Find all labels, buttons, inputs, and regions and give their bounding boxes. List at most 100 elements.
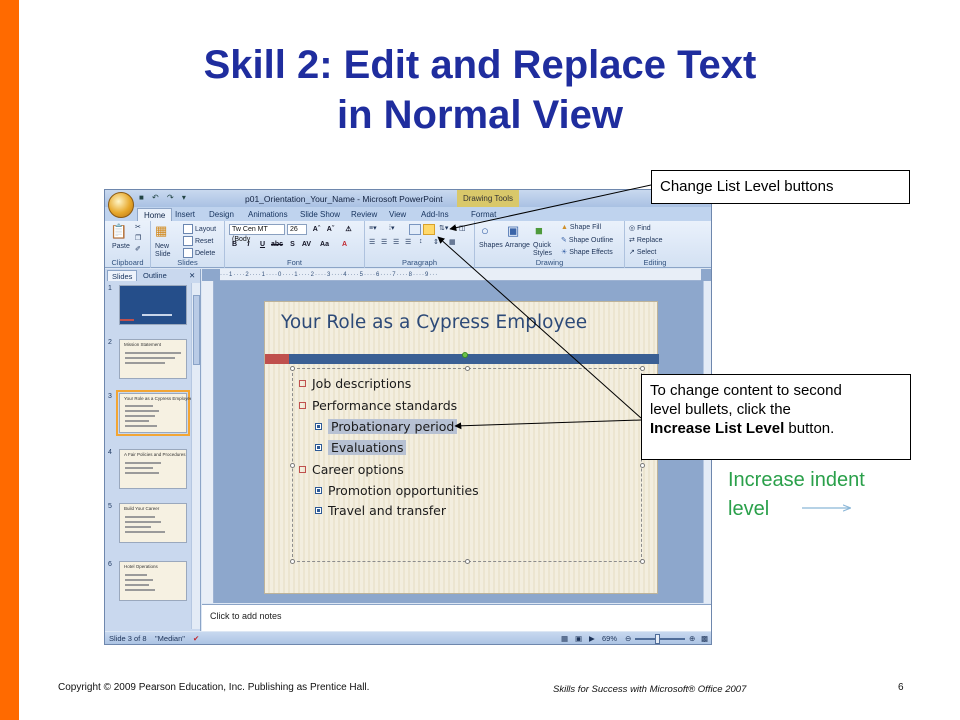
quick-styles-icon[interactable]: ■	[535, 223, 543, 238]
shapes-icon[interactable]: ○	[481, 223, 489, 238]
slide-thumbnail-2[interactable]: Mission Statement	[119, 339, 187, 379]
shape-fill-button[interactable]: ▲ Shape Fill	[561, 224, 601, 231]
align-right-icon[interactable]: ☰	[393, 238, 399, 246]
font-family-select[interactable]: Tw Cen MT (Body	[229, 224, 285, 243]
underline-icon[interactable]: U	[257, 239, 268, 250]
tab-slide-show[interactable]: Slide Show	[300, 208, 340, 221]
bullet-item[interactable]: Travel and transfer	[315, 503, 446, 518]
replace-button[interactable]: ⇄ Replace	[629, 236, 663, 244]
paste-button[interactable]: Paste	[112, 243, 130, 250]
zoom-slider[interactable]	[635, 638, 685, 640]
resize-handle[interactable]	[290, 463, 295, 468]
bullet-item[interactable]: Performance standards	[299, 398, 457, 413]
tab-outline[interactable]: Outline	[143, 270, 167, 281]
tab-add-ins[interactable]: Add-Ins	[421, 208, 449, 221]
zoom-in-icon[interactable]: ⊕	[689, 634, 695, 643]
copy-icon[interactable]: ❐	[135, 234, 141, 242]
quick-styles-button[interactable]: Quick Styles	[533, 242, 559, 258]
select-button[interactable]: ↗ Select	[629, 248, 656, 256]
new-slide-button[interactable]: New Slide	[155, 243, 181, 259]
strikethrough-icon[interactable]: abc	[271, 239, 283, 250]
tab-home[interactable]: Home	[137, 208, 173, 221]
paste-icon[interactable]: 📋	[110, 223, 127, 240]
quick-access-toolbar[interactable]: ■ ↶ ↷ ▾	[139, 193, 189, 202]
clear-formatting-icon[interactable]: ⚠	[343, 224, 354, 235]
increase-list-level-icon[interactable]	[423, 224, 435, 235]
text-direction-icon[interactable]: ↕	[419, 238, 423, 245]
tab-slides[interactable]: Slides	[107, 270, 138, 281]
delete-button[interactable]: Delete	[183, 248, 215, 258]
slide-thumbnail-5[interactable]: Build Your Career	[119, 503, 187, 543]
zoom-slider-knob[interactable]	[655, 634, 660, 644]
shadow-icon[interactable]: S	[287, 239, 298, 250]
resize-handle[interactable]	[290, 559, 295, 564]
slide-heading[interactable]: Your Role as a Cypress Employee	[281, 312, 587, 333]
smartart-icon[interactable]: ▦	[449, 238, 456, 246]
slide-thumbnail-1[interactable]	[119, 285, 187, 325]
bullet-item[interactable]: Promotion opportunities	[315, 483, 479, 498]
char-spacing-icon[interactable]: AV	[301, 239, 312, 250]
shape-outline-button[interactable]: ✎ Shape Outline	[561, 236, 613, 244]
resize-handle[interactable]	[640, 463, 645, 468]
normal-view-icon[interactable]: ▦	[561, 634, 568, 643]
close-pane-icon[interactable]: ✕	[189, 270, 195, 281]
office-button-icon[interactable]	[108, 192, 134, 218]
resize-handle[interactable]	[290, 366, 295, 371]
spelling-check-icon[interactable]: ✔	[193, 634, 199, 643]
cut-icon[interactable]: ✂	[135, 223, 141, 231]
line-spacing-icon[interactable]: ⇅▾	[439, 224, 448, 232]
decrease-list-level-icon[interactable]	[409, 224, 421, 235]
align-center-icon[interactable]: ☰	[381, 238, 387, 246]
layout-button[interactable]: Layout	[183, 224, 216, 234]
scrollbar-thumb[interactable]	[193, 295, 200, 365]
shapes-button[interactable]: Shapes	[479, 242, 503, 249]
arrange-icon[interactable]: ▣	[507, 223, 519, 239]
shrink-font-icon[interactable]: Aˇ	[325, 224, 336, 235]
slides-pane-scrollbar[interactable]	[191, 283, 200, 629]
bullet-marker	[315, 507, 322, 514]
italic-icon[interactable]: I	[243, 239, 254, 250]
new-slide-icon[interactable]: ▦	[155, 223, 167, 239]
slide-thumbnail-3[interactable]: Your Role as a Cypress Employee	[116, 390, 192, 436]
slide-thumbnail-6[interactable]: Hotel Operations	[119, 561, 187, 601]
resize-handle[interactable]	[640, 559, 645, 564]
format-painter-icon[interactable]: ✐	[135, 245, 141, 253]
align-left-icon[interactable]: ☰	[369, 238, 375, 246]
tab-animations[interactable]: Animations	[248, 208, 288, 221]
slide-show-icon[interactable]: ▶	[589, 634, 595, 643]
tab-format[interactable]: Format	[471, 208, 496, 221]
font-color-icon[interactable]: A	[339, 239, 350, 250]
arrange-button[interactable]: Arrange	[505, 242, 530, 249]
fit-to-window-icon[interactable]: ▩	[701, 634, 708, 643]
align-text-icon[interactable]: ⇕	[433, 238, 439, 246]
bullets-icon[interactable]: ≡▾	[369, 224, 377, 232]
notes-pane[interactable]: Click to add notes	[202, 604, 711, 631]
tab-review[interactable]: Review	[351, 208, 377, 221]
bullet-item-selected[interactable]: Probationary period	[315, 419, 458, 434]
reset-button[interactable]: Reset	[183, 236, 213, 246]
rotate-handle[interactable]	[462, 352, 468, 358]
bullet-item[interactable]: Job descriptions	[299, 376, 411, 391]
content-placeholder[interactable]: Job descriptions Performance standards P…	[290, 366, 645, 564]
resize-handle[interactable]	[640, 366, 645, 371]
justify-icon[interactable]: ☰	[405, 238, 411, 246]
tab-design[interactable]: Design	[209, 208, 234, 221]
resize-handle[interactable]	[465, 559, 470, 564]
tab-insert[interactable]: Insert	[175, 208, 195, 221]
find-button[interactable]: ◎ Find	[629, 224, 651, 232]
tab-view[interactable]: View	[389, 208, 406, 221]
bold-icon[interactable]: B	[229, 239, 240, 250]
bullet-item-selected[interactable]: Evaluations	[315, 440, 407, 455]
numbering-icon[interactable]: ⁞▾	[389, 224, 394, 232]
font-size-select[interactable]: 26	[287, 224, 307, 235]
zoom-out-icon[interactable]: ⊖	[625, 634, 631, 643]
slide-thumbnail-4[interactable]: A Fair Policies and Procedures	[119, 449, 187, 489]
change-case-icon[interactable]: Aa	[319, 239, 330, 250]
grow-font-icon[interactable]: Aˆ	[311, 224, 322, 235]
zoom-level[interactable]: 69%	[602, 634, 617, 643]
columns-icon[interactable]: ◫	[459, 224, 466, 232]
slide-sorter-icon[interactable]: ▣	[575, 634, 582, 643]
shape-effects-button[interactable]: ☀ Shape Effects	[561, 248, 613, 256]
bullet-item[interactable]: Career options	[299, 462, 404, 477]
resize-handle[interactable]	[465, 366, 470, 371]
